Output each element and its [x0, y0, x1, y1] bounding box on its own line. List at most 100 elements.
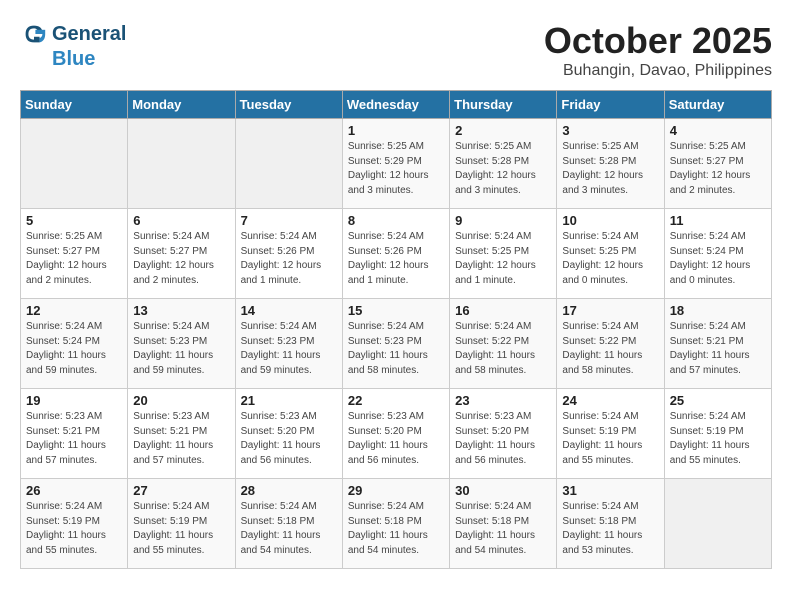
calendar-cell: 4Sunrise: 5:25 AMSunset: 5:27 PMDaylight…: [664, 119, 771, 209]
weekday-header-friday: Friday: [557, 91, 664, 119]
day-number: 8: [348, 213, 444, 228]
calendar-cell: 15Sunrise: 5:24 AMSunset: 5:23 PMDayligh…: [342, 299, 449, 389]
day-info: Sunrise: 5:23 AMSunset: 5:20 PMDaylight:…: [241, 410, 337, 468]
calendar-week-row: 19 Sunrise: 5:23 AMSunset: 5:21 PMDayligh…: [21, 389, 772, 479]
day-info: Sunrise: 5:25 AMSunset: 5:28 PMDaylight:…: [455, 140, 551, 198]
day-number: 30: [455, 483, 551, 498]
day-number: 14: [241, 303, 337, 318]
day-info: Sunrise: 5:24 AMSunset: 5:21 PMDaylight:…: [670, 320, 766, 378]
day-info: Sunrise: 5:24 AMSunset: 5:23 PMDaylight:…: [348, 320, 444, 378]
calendar-cell: 19Sunrise: 5:23 AMSunset: 5:21 PMDayligh…: [21, 389, 128, 479]
day-info: Sunrise: 5:25 AMSunset: 5:29 PMDaylight:…: [348, 140, 444, 198]
day-number: 7: [241, 213, 337, 228]
calendar-week-row: 1 Sunrise: 5:25 AMSunset: 5:29 PMDaylight…: [21, 119, 772, 209]
weekday-header-wednesday: Wednesday: [342, 91, 449, 119]
day-info: Sunrise: 5:25 AMSunset: 5:27 PMDaylight:…: [670, 140, 766, 198]
weekday-header-sunday: Sunday: [21, 91, 128, 119]
day-number: 9: [455, 213, 551, 228]
day-info: Sunrise: 5:24 AMSunset: 5:26 PMDaylight:…: [241, 230, 337, 288]
day-info: Sunrise: 5:24 AMSunset: 5:19 PMDaylight:…: [562, 410, 658, 468]
day-number: 6: [133, 213, 229, 228]
calendar-cell: 31Sunrise: 5:24 AMSunset: 5:18 PMDayligh…: [557, 479, 664, 569]
calendar-cell: 1 Sunrise: 5:25 AMSunset: 5:29 PMDaylight…: [342, 119, 449, 209]
title-block: October 2025 Buhangin, Davao, Philippine…: [544, 20, 772, 80]
day-info: Sunrise: 5:25 AMSunset: 5:28 PMDaylight:…: [562, 140, 658, 198]
calendar-cell: [128, 119, 235, 209]
weekday-header-thursday: Thursday: [450, 91, 557, 119]
day-info: Sunrise: 5:24 AMSunset: 5:18 PMDaylight:…: [241, 500, 337, 558]
day-number: 21: [241, 393, 337, 408]
logo: General Blue: [20, 20, 126, 71]
day-info: Sunrise: 5:25 AMSunset: 5:27 PMDaylight:…: [26, 230, 122, 288]
calendar-cell: 10 Sunrise: 5:24 AMSunset: 5:25 PMDayligh…: [557, 209, 664, 299]
day-info: Sunrise: 5:24 AMSunset: 5:25 PMDaylight:…: [562, 230, 658, 288]
day-info: Sunrise: 5:23 AMSunset: 5:20 PMDaylight:…: [455, 410, 551, 468]
day-info: Sunrise: 5:24 AMSunset: 5:22 PMDaylight:…: [562, 320, 658, 378]
calendar-cell: 22 Sunrise: 5:23 AMSunset: 5:20 PMDayligh…: [342, 389, 449, 479]
day-info: Sunrise: 5:24 AMSunset: 5:18 PMDaylight:…: [455, 500, 551, 558]
calendar-cell: 26 Sunrise: 5:24 AMSunset: 5:19 PMDayligh…: [21, 479, 128, 569]
calendar-cell: 16 Sunrise: 5:24 AMSunset: 5:22 PMDayligh…: [450, 299, 557, 389]
calendar-cell: 6Sunrise: 5:24 AMSunset: 5:27 PMDaylight…: [128, 209, 235, 299]
day-number: 29: [348, 483, 444, 498]
day-number: 19: [26, 393, 122, 408]
day-info: Sunrise: 5:24 AMSunset: 5:23 PMDaylight:…: [133, 320, 229, 378]
calendar-cell: 7 Sunrise: 5:24 AMSunset: 5:26 PMDaylight…: [235, 209, 342, 299]
month-title: October 2025: [544, 20, 772, 62]
calendar-cell: 12 Sunrise: 5:24 AMSunset: 5:24 PMDayligh…: [21, 299, 128, 389]
day-number: 3: [562, 123, 658, 138]
day-info: Sunrise: 5:24 AMSunset: 5:19 PMDaylight:…: [133, 500, 229, 558]
day-info: Sunrise: 5:23 AMSunset: 5:20 PMDaylight:…: [348, 410, 444, 468]
weekday-header-saturday: Saturday: [664, 91, 771, 119]
day-number: 13: [133, 303, 229, 318]
calendar-cell: 30 Sunrise: 5:24 AMSunset: 5:18 PMDayligh…: [450, 479, 557, 569]
calendar-cell: 3 Sunrise: 5:25 AMSunset: 5:28 PMDaylight…: [557, 119, 664, 209]
calendar-cell: 24Sunrise: 5:24 AMSunset: 5:19 PMDayligh…: [557, 389, 664, 479]
calendar-cell: 27 Sunrise: 5:24 AMSunset: 5:19 PMDayligh…: [128, 479, 235, 569]
day-number: 20: [133, 393, 229, 408]
day-number: 12: [26, 303, 122, 318]
day-number: 27: [133, 483, 229, 498]
day-number: 10: [562, 213, 658, 228]
calendar-table: SundayMondayTuesdayWednesdayThursdayFrid…: [20, 90, 772, 569]
day-number: 22: [348, 393, 444, 408]
weekday-header-row: SundayMondayTuesdayWednesdayThursdayFrid…: [21, 91, 772, 119]
calendar-cell: 18Sunrise: 5:24 AMSunset: 5:21 PMDayligh…: [664, 299, 771, 389]
day-info: Sunrise: 5:24 AMSunset: 5:19 PMDaylight:…: [26, 500, 122, 558]
calendar-week-row: 26 Sunrise: 5:24 AMSunset: 5:19 PMDayligh…: [21, 479, 772, 569]
logo-blue-text: Blue: [52, 48, 95, 71]
day-info: Sunrise: 5:24 AMSunset: 5:18 PMDaylight:…: [348, 500, 444, 558]
day-number: 23: [455, 393, 551, 408]
calendar-cell: 8Sunrise: 5:24 AMSunset: 5:26 PMDaylight…: [342, 209, 449, 299]
calendar-cell: 11Sunrise: 5:24 AMSunset: 5:24 PMDayligh…: [664, 209, 771, 299]
day-number: 26: [26, 483, 122, 498]
calendar-cell: 28 Sunrise: 5:24 AMSunset: 5:18 PMDayligh…: [235, 479, 342, 569]
day-info: Sunrise: 5:24 AMSunset: 5:24 PMDaylight:…: [26, 320, 122, 378]
calendar-cell: 21 Sunrise: 5:23 AMSunset: 5:20 PMDayligh…: [235, 389, 342, 479]
location-title: Buhangin, Davao, Philippines: [544, 62, 772, 80]
calendar-cell: 23 Sunrise: 5:23 AMSunset: 5:20 PMDayligh…: [450, 389, 557, 479]
day-number: 1: [348, 123, 444, 138]
calendar-cell: [21, 119, 128, 209]
day-info: Sunrise: 5:24 AMSunset: 5:22 PMDaylight:…: [455, 320, 551, 378]
calendar-cell: 29 Sunrise: 5:24 AMSunset: 5:18 PMDayligh…: [342, 479, 449, 569]
day-number: 5: [26, 213, 122, 228]
day-number: 16: [455, 303, 551, 318]
day-number: 2: [455, 123, 551, 138]
calendar-cell: 5 Sunrise: 5:25 AMSunset: 5:27 PMDaylight…: [21, 209, 128, 299]
day-info: Sunrise: 5:24 AMSunset: 5:19 PMDaylight:…: [670, 410, 766, 468]
weekday-header-monday: Monday: [128, 91, 235, 119]
calendar-cell: 25Sunrise: 5:24 AMSunset: 5:19 PMDayligh…: [664, 389, 771, 479]
logo-text: General: [52, 23, 126, 46]
calendar-cell: 2 Sunrise: 5:25 AMSunset: 5:28 PMDaylight…: [450, 119, 557, 209]
calendar-cell: [664, 479, 771, 569]
day-info: Sunrise: 5:24 AMSunset: 5:25 PMDaylight:…: [455, 230, 551, 288]
day-info: Sunrise: 5:23 AMSunset: 5:21 PMDaylight:…: [133, 410, 229, 468]
calendar-cell: [235, 119, 342, 209]
calendar-cell: 20 Sunrise: 5:23 AMSunset: 5:21 PMDayligh…: [128, 389, 235, 479]
day-number: 28: [241, 483, 337, 498]
calendar-week-row: 12 Sunrise: 5:24 AMSunset: 5:24 PMDayligh…: [21, 299, 772, 389]
calendar-week-row: 5 Sunrise: 5:25 AMSunset: 5:27 PMDaylight…: [21, 209, 772, 299]
day-info: Sunrise: 5:24 AMSunset: 5:24 PMDaylight:…: [670, 230, 766, 288]
calendar-cell: 14Sunrise: 5:24 AMSunset: 5:23 PMDayligh…: [235, 299, 342, 389]
